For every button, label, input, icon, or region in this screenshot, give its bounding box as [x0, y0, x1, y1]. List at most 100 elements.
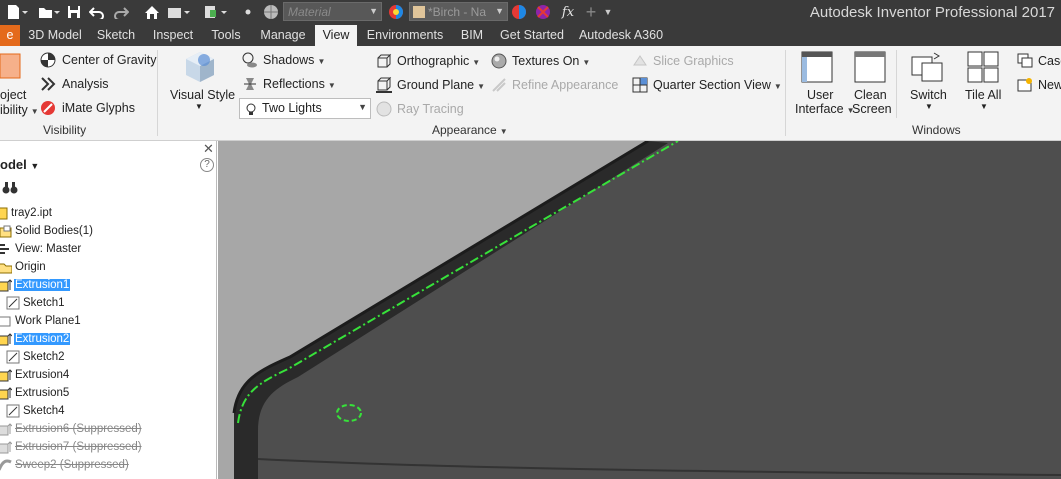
user-interface-icon	[801, 51, 833, 83]
extrusion-icon	[0, 368, 12, 381]
textures-on-label: Textures On ▼	[512, 54, 591, 68]
tree-item-label: Extrusion1	[14, 278, 71, 291]
tab-inspect[interactable]: Inspect	[149, 25, 197, 46]
binoculars-icon[interactable]	[2, 181, 18, 195]
model-top-face[interactable]	[234, 141, 1061, 479]
globe-icon	[264, 5, 278, 19]
tree-item-extrusion1[interactable]: Extrusion1	[0, 276, 71, 293]
home-button[interactable]	[143, 3, 161, 21]
save-button[interactable]	[66, 3, 82, 21]
imate-glyphs-label: iMate Glyphs	[62, 101, 135, 115]
panel-divider	[896, 50, 897, 118]
return-button[interactable]	[166, 3, 192, 21]
tree-item-label: Extrusion5	[15, 386, 70, 399]
appearance-sphere-icon	[389, 5, 403, 19]
plus-icon[interactable]: +	[583, 2, 599, 22]
visual-style-label: Visual Style	[170, 88, 236, 102]
tree-item-sketch1[interactable]: Sketch1	[6, 294, 66, 311]
tree-item-extrusion6[interactable]: Extrusion6 (Suppressed)	[0, 420, 143, 437]
tree-item-extrusion5[interactable]: Extrusion5	[0, 384, 70, 401]
customize-chevron-icon[interactable]: ▼	[602, 3, 614, 21]
tab-view[interactable]: View	[315, 25, 357, 46]
ray-tracing-label: Ray Tracing	[397, 102, 464, 116]
update-dot-icon	[245, 9, 251, 15]
color-wheel-button[interactable]	[262, 3, 280, 21]
tree-item-extrusion7[interactable]: Extrusion7 (Suppressed)	[0, 438, 143, 455]
redo-icon	[114, 7, 129, 19]
tree-item-label: Origin	[15, 260, 46, 273]
tree-item-sweep2[interactable]: Sweep2 (Suppressed)	[0, 456, 130, 473]
tab-bim[interactable]: BIM	[456, 25, 488, 46]
redo-button[interactable]	[112, 3, 130, 21]
sketch-icon	[6, 296, 20, 309]
tree-item-label: Sweep2 (Suppressed)	[15, 458, 129, 471]
adjust-sphere-icon	[512, 5, 526, 19]
tab-sketch[interactable]: Sketch	[93, 25, 139, 46]
work-plane-icon	[0, 316, 11, 326]
tree-item-solid-bodies[interactable]: Solid Bodies(1)	[0, 222, 94, 239]
tab-manage[interactable]: Manage	[255, 25, 311, 46]
tree-item-sketch4[interactable]: Sketch4	[6, 402, 66, 419]
open-button[interactable]	[36, 3, 62, 21]
ribbon-tabs: e 3D Model Sketch Inspect Tools Manage V…	[0, 25, 1061, 46]
tree-item-label: Sketch2	[23, 350, 65, 363]
tree-item-view[interactable]: View: Master	[0, 240, 82, 257]
tree-item-sketch2[interactable]: Sketch2	[6, 348, 66, 365]
extrusion-icon	[0, 332, 12, 345]
appearance-dropdown[interactable]: *Birch - Na ▼	[409, 2, 508, 21]
lighting-style-value: Two Lights	[262, 101, 322, 115]
adjust-appearance-button[interactable]	[510, 3, 528, 21]
tab-tools[interactable]: Tools	[207, 25, 245, 46]
textures-sphere-icon	[491, 53, 507, 69]
lighting-style-dropdown[interactable]: Two Lights ▼	[239, 98, 371, 119]
new-file-button[interactable]	[4, 3, 30, 21]
parameters-button[interactable]: fx	[558, 3, 578, 21]
appearance-panel-title[interactable]: Appearance ▼	[432, 123, 508, 137]
user-interface-label-1: User	[807, 88, 834, 102]
imate-glyph-icon	[41, 101, 55, 115]
material-dropdown[interactable]: Material ▼	[283, 2, 382, 21]
save-icon	[68, 6, 80, 18]
graphics-viewport[interactable]	[218, 141, 1061, 479]
update-button[interactable]	[242, 3, 254, 21]
new-window-icon	[1017, 78, 1032, 92]
tree-item-label: View: Master	[15, 242, 82, 255]
tab-3d-model[interactable]: 3D Model	[26, 25, 84, 46]
part-file-icon	[0, 207, 8, 219]
undo-button[interactable]	[88, 3, 106, 21]
tree-item-label: Work Plane1	[15, 314, 81, 327]
chevron-down-icon: ▼	[495, 6, 504, 16]
shadows-icon	[242, 52, 257, 68]
browser-header[interactable]: odel ▼	[0, 157, 39, 172]
appearance-button[interactable]	[387, 3, 405, 21]
model-view[interactable]	[218, 141, 1061, 479]
reflections-label: Reflections ▼	[263, 77, 336, 91]
tab-environments[interactable]: Environments	[364, 25, 446, 46]
new-window-label: New	[1038, 78, 1061, 92]
return-icon	[168, 7, 190, 18]
tree-item-label: Sketch1	[23, 296, 65, 309]
tree-item-extrusion2[interactable]: Extrusion2	[0, 330, 71, 347]
analysis-icon	[41, 77, 56, 91]
tree-item-extrusion4[interactable]: Extrusion4	[0, 366, 70, 383]
close-icon[interactable]: ✕	[203, 141, 214, 157]
clean-screen-label-2: Screen	[852, 102, 892, 116]
help-icon[interactable]: ?	[200, 158, 214, 172]
tree-item-work-plane1[interactable]: Work Plane1	[0, 312, 82, 329]
panel-divider	[157, 50, 158, 136]
suppressed-extrusion-icon	[0, 440, 12, 453]
solid-bodies-folder-icon	[0, 225, 12, 237]
object-visibility-label-1: oject	[0, 88, 27, 102]
tree-item-label: Solid Bodies(1)	[15, 224, 93, 237]
tab-file[interactable]: e	[0, 25, 20, 46]
tab-a360[interactable]: Autodesk A360	[576, 25, 666, 46]
tile-all-chevron-icon: ▼	[980, 102, 988, 111]
tab-get-started[interactable]: Get Started	[498, 25, 566, 46]
clear-appearance-button[interactable]	[534, 3, 552, 21]
origin-folder-icon	[0, 263, 12, 273]
tree-item-origin[interactable]: Origin	[0, 258, 47, 275]
material-placeholder: Material	[288, 5, 331, 19]
select-button[interactable]	[203, 3, 229, 21]
tree-item-part[interactable]: tray2.ipt	[0, 204, 53, 221]
slice-graphics-icon	[633, 55, 647, 66]
